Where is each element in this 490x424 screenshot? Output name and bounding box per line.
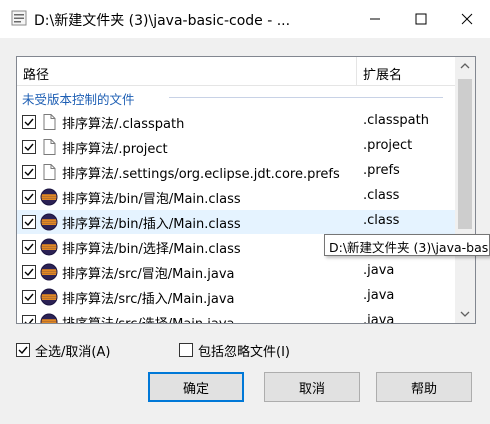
minimize-button[interactable]: [352, 0, 398, 38]
row-checkbox[interactable]: [22, 165, 36, 179]
checkmark-icon: [24, 118, 34, 127]
row-checkbox[interactable]: [22, 290, 36, 304]
file-list[interactable]: 路径 扩展名 未受版本控制的文件 排序算法/.classpath .classpa…: [16, 56, 476, 324]
list-item[interactable]: 排序算法/bin/插入/Main.class .class: [17, 210, 455, 234]
checkmark-icon: [24, 318, 34, 323]
select-all-box[interactable]: [16, 343, 30, 357]
eclipse-icon: [40, 263, 58, 281]
file-path: 排序算法/src/冒泡/Main.java: [62, 267, 235, 282]
file-path: 排序算法/src/插入/Main.java: [62, 292, 235, 307]
select-all-label[interactable]: 全选/取消(A): [35, 341, 110, 360]
list-item[interactable]: 排序算法/bin/冒泡/Main.class .class: [17, 185, 455, 209]
checkmark-icon: [24, 143, 34, 152]
list-item[interactable]: 排序算法/.settings/org.eclipse.jdt.core.pref…: [17, 160, 455, 184]
file-icon: [40, 163, 58, 181]
row-checkbox[interactable]: [22, 115, 36, 129]
scroll-down-button[interactable]: [455, 305, 475, 323]
file-extension: .java: [363, 263, 395, 278]
list-item[interactable]: 排序算法/src/冒泡/Main.java .java: [17, 260, 455, 284]
eclipse-icon: [40, 213, 58, 231]
ok-button[interactable]: 确定: [148, 372, 244, 402]
checkmark-icon: [24, 193, 34, 202]
close-button[interactable]: [444, 0, 490, 38]
scroll-up-button[interactable]: [455, 57, 475, 75]
include-ignored-label[interactable]: 包括忽略文件(I): [198, 341, 290, 360]
column-header-path[interactable]: 路径: [23, 64, 49, 83]
row-checkbox[interactable]: [22, 215, 36, 229]
include-ignored-box[interactable]: [179, 343, 193, 357]
list-item[interactable]: 排序算法/src/插入/Main.java .java: [17, 285, 455, 309]
vertical-scrollbar[interactable]: [455, 57, 475, 323]
close-icon: [461, 13, 473, 25]
file-extension: .project: [363, 138, 413, 153]
file-extension: .java: [363, 288, 395, 303]
help-button[interactable]: 帮助: [376, 372, 472, 402]
title-bar: D:\新建文件夹 (3)\java-basic-code - ...: [0, 0, 490, 38]
maximize-icon: [415, 13, 427, 25]
file-path: 排序算法/src/选择/Main.java: [62, 313, 235, 323]
list-item[interactable]: 排序算法/src/选择/Main.java .java: [17, 310, 455, 324]
checkmark-icon: [24, 243, 34, 252]
app-icon: [11, 10, 27, 26]
file-path: 排序算法/.settings/org.eclipse.jdt.core.pref…: [62, 167, 340, 182]
file-extension: .class: [363, 213, 400, 228]
file-extension: .prefs: [363, 163, 400, 178]
checkmark-icon: [24, 168, 34, 177]
file-extension: .java: [363, 313, 395, 324]
checkmark-icon: [18, 346, 28, 355]
include-ignored-checkbox[interactable]: 包括忽略文件(I): [179, 341, 290, 360]
row-checkbox[interactable]: [22, 265, 36, 279]
list-header: 路径 扩展名: [17, 57, 455, 86]
group-header: 未受版本控制的文件: [22, 92, 135, 107]
row-checkbox[interactable]: [22, 190, 36, 204]
maximize-button[interactable]: [398, 0, 444, 38]
checkmark-icon: [24, 268, 34, 277]
path-tooltip: D:\新建文件夹 (3)\java-basic-code: [324, 234, 490, 256]
checkmark-icon: [24, 218, 34, 227]
window-title: D:\新建文件夹 (3)\java-basic-code - ...: [34, 13, 291, 29]
file-icon: [40, 113, 58, 131]
file-path: 排序算法/bin/冒泡/Main.class: [62, 192, 241, 207]
file-extension: .classpath: [363, 113, 429, 128]
row-checkbox[interactable]: [22, 315, 36, 323]
row-checkbox[interactable]: [22, 140, 36, 154]
file-path: 排序算法/.project: [62, 142, 168, 157]
eclipse-icon: [40, 313, 58, 323]
eclipse-icon: [40, 288, 58, 306]
file-path: 排序算法/bin/选择/Main.class: [62, 242, 241, 257]
file-icon: [40, 138, 58, 156]
cancel-button[interactable]: 取消: [264, 372, 360, 402]
group-divider: [169, 97, 443, 98]
list-item[interactable]: 排序算法/.project .project: [17, 135, 455, 159]
chevron-up-icon: [460, 63, 470, 69]
file-extension: .class: [363, 188, 400, 203]
scroll-thumb[interactable]: [458, 79, 472, 229]
file-path: 排序算法/bin/插入/Main.class: [62, 217, 241, 232]
list-item[interactable]: 排序算法/.classpath .classpath: [17, 110, 455, 134]
chevron-down-icon: [460, 311, 470, 317]
file-path: 排序算法/.classpath: [62, 117, 185, 132]
select-all-checkbox[interactable]: 全选/取消(A): [16, 341, 110, 360]
column-header-ext[interactable]: 扩展名: [363, 64, 402, 83]
column-divider[interactable]: [356, 57, 357, 85]
eclipse-icon: [40, 188, 58, 206]
row-checkbox[interactable]: [22, 240, 36, 254]
checkmark-icon: [24, 293, 34, 302]
eclipse-icon: [40, 238, 58, 256]
minimize-icon: [370, 18, 380, 20]
